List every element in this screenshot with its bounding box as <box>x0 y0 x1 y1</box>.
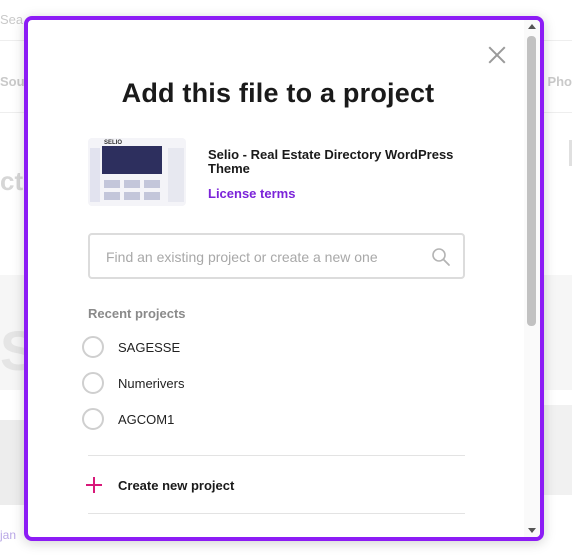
radio-button[interactable] <box>82 408 104 430</box>
thumbnail-side-panel <box>168 148 184 202</box>
divider <box>88 513 465 514</box>
background-nav-left: Sou <box>0 74 25 89</box>
project-search-input[interactable] <box>104 235 418 279</box>
scroll-down-icon[interactable] <box>528 528 536 533</box>
project-option-numerivers[interactable]: Numerivers <box>82 371 382 399</box>
thumbnail-block <box>144 180 160 188</box>
create-new-project-label: Create new project <box>118 478 235 493</box>
thumbnail-block <box>104 192 120 200</box>
scroll-up-icon[interactable] <box>528 24 536 29</box>
add-to-project-modal: Add this file to a project SELIO Selio -… <box>24 16 544 541</box>
file-name: Selio - Real Estate Directory WordPress … <box>208 147 454 176</box>
project-option-sagesse[interactable]: SAGESSE <box>82 335 382 363</box>
radio-button[interactable] <box>82 372 104 394</box>
thumbnail-block <box>144 192 160 200</box>
file-thumbnail: SELIO <box>88 138 186 206</box>
project-option-agcom1[interactable]: AGCOM1 <box>82 407 382 435</box>
recent-projects-label: Recent projects <box>88 306 186 321</box>
background-link: jan <box>0 528 17 542</box>
background-search-text: Sea <box>0 12 24 27</box>
search-icon[interactable] <box>431 247 451 267</box>
plus-icon <box>85 476 103 494</box>
modal-title: Add this file to a project <box>121 78 435 108</box>
background-nav-right: Pho <box>547 74 572 89</box>
create-new-project-button[interactable]: Create new project <box>82 472 402 498</box>
thumbnail-sidebar <box>90 148 100 202</box>
project-search-box <box>88 233 465 279</box>
thumbnail-block <box>104 180 120 188</box>
thumbnail-block <box>124 192 140 200</box>
project-name: SAGESSE <box>118 340 181 355</box>
scrollbar-thumb[interactable] <box>527 36 536 326</box>
thumbnail-hero <box>102 146 162 174</box>
project-name: AGCOM1 <box>118 412 175 427</box>
thumbnail-block <box>124 180 140 188</box>
divider <box>88 455 465 456</box>
radio-button[interactable] <box>82 336 104 358</box>
modal-scrollbar[interactable] <box>524 20 540 537</box>
close-icon[interactable] <box>486 44 508 66</box>
project-name: Numerivers <box>118 376 185 391</box>
license-terms-link[interactable]: License terms <box>208 186 295 201</box>
